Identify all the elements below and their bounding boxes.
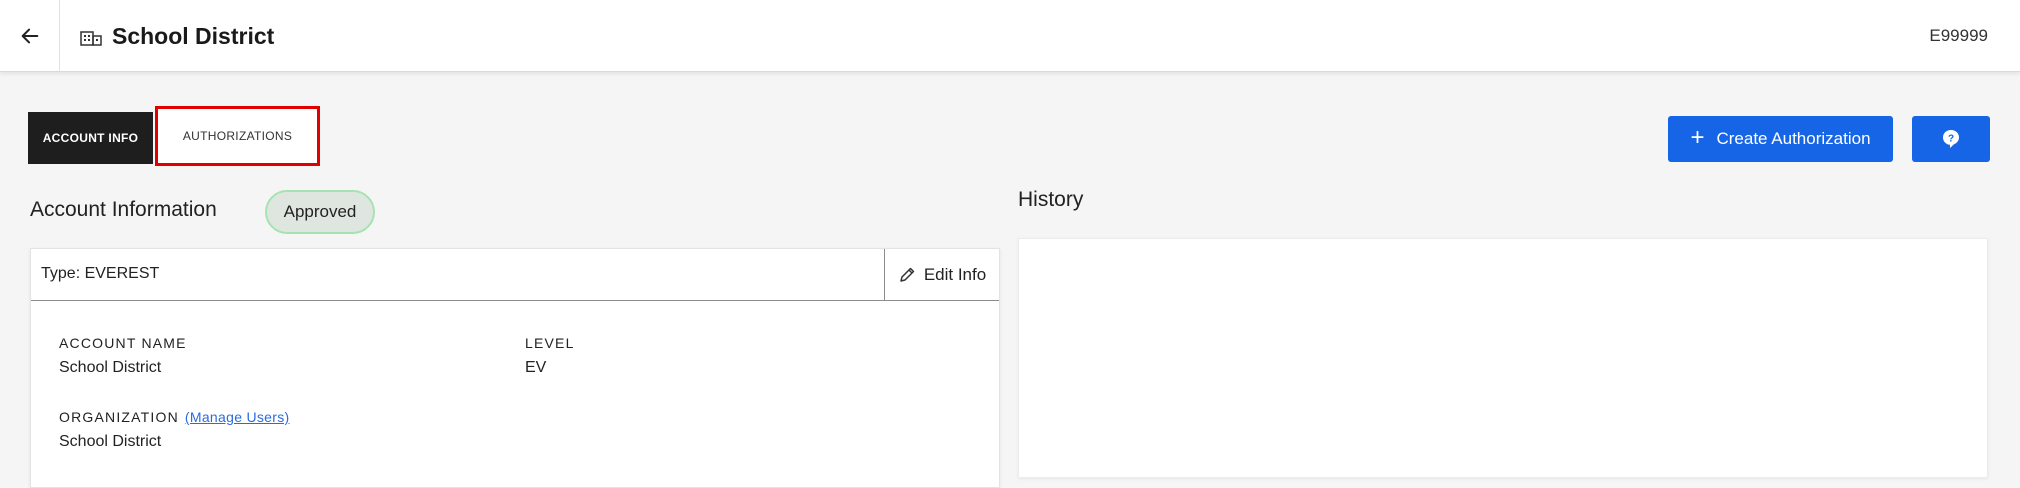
page-title: School District [112,23,275,49]
arrow-left-icon [21,28,38,44]
level-value: EV [525,359,547,376]
account-code: E99999 [1929,26,1988,45]
tab-authorizations[interactable]: AUTHORIZATIONS [155,106,320,166]
level-label: LEVEL [525,335,575,351]
organization-row: ORGANIZATION (Manage Users) [59,409,290,425]
edit-info-label: Edit Info [923,265,987,284]
help-button[interactable]: ? [1912,116,1990,162]
plus-icon: + [1690,124,1705,151]
status-badge: Approved [265,190,375,234]
svg-text:?: ? [1948,134,1954,145]
edit-info-button[interactable]: Edit Info [884,249,999,301]
building-icon [80,31,102,46]
create-authorization-button[interactable]: + Create Authorization [1668,116,1893,162]
create-authorization-label: Create Authorization [1716,129,1871,148]
history-title: History [1018,188,1084,211]
organization-label: ORGANIZATION [59,409,179,425]
account-type: Type: EVEREST [41,265,160,282]
top-bar: School District E99999 [0,0,2020,72]
account-name-label: ACCOUNT NAME [59,335,187,351]
manage-users-link[interactable]: (Manage Users) [185,409,290,425]
account-information-title: Account Information [30,198,217,221]
card-header: Type: EVEREST Edit Info [31,249,999,301]
history-panel [1018,238,1988,478]
account-info-card: Type: EVEREST Edit Info ACCOUNT NAME Sch… [30,248,1000,488]
organization-value: School District [59,433,162,450]
account-name-value: School District [59,359,162,376]
back-button[interactable] [0,0,60,72]
pencil-icon [900,267,915,282]
tab-account-info[interactable]: ACCOUNT INFO [28,112,153,164]
help-icon: ? [1943,130,1959,148]
